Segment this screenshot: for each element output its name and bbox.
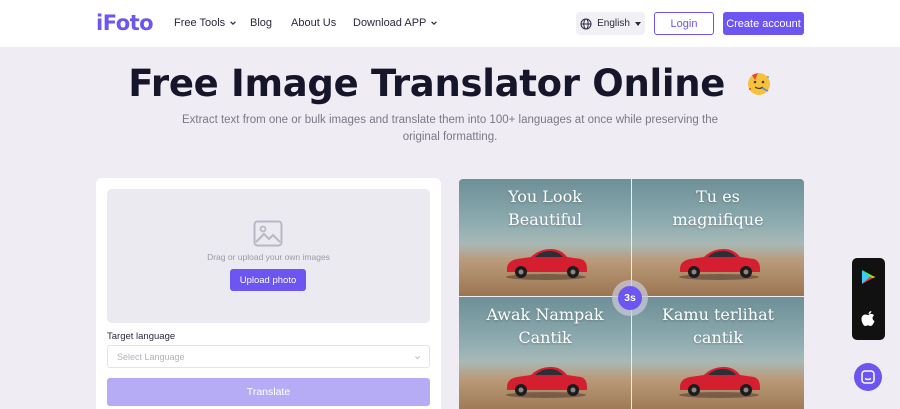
demo-caption: Kamu terlihat cantik xyxy=(661,305,775,347)
chat-button[interactable] xyxy=(854,363,882,391)
nav-about-us[interactable]: About Us xyxy=(291,17,336,29)
page-subtitle: Extract text from one or bulk images and… xyxy=(181,114,718,143)
select-placeholder: Select Language xyxy=(117,351,185,362)
login-button[interactable]: Login xyxy=(654,12,714,35)
car-image xyxy=(679,249,760,280)
chat-icon xyxy=(861,370,875,384)
demo-caption: Tu es magnifique xyxy=(672,187,764,229)
timer-badge: 3s xyxy=(618,286,642,310)
upload-photo-button[interactable]: Upload photo xyxy=(230,269,306,291)
chevron-down-icon xyxy=(431,21,438,26)
target-language-select[interactable]: Select Language xyxy=(107,345,430,368)
nav-free-tools[interactable]: Free Tools xyxy=(174,17,237,29)
upload-dropzone[interactable]: Drag or upload your own images Upload ph… xyxy=(107,189,430,323)
party-face-emoji-icon xyxy=(747,72,770,95)
create-account-button[interactable]: Create account xyxy=(723,12,804,35)
language-label: English xyxy=(597,18,630,29)
nav-download-app-label: Download APP xyxy=(353,17,427,29)
caret-down-icon xyxy=(634,21,641,26)
nav-about-us-label: About Us xyxy=(291,17,337,29)
car-image xyxy=(679,367,760,398)
nav-free-tools-label: Free Tools xyxy=(174,17,226,29)
page-title-text: Free Image Translator Online xyxy=(128,62,726,105)
site-header: iFoto Free Tools Blog About Us Download … xyxy=(0,0,900,47)
dropzone-hint: Drag or upload your own images xyxy=(207,252,330,262)
apple-icon[interactable] xyxy=(861,310,876,327)
demo-caption: You Look Beautiful xyxy=(508,187,582,229)
image-placeholder-icon xyxy=(253,220,283,247)
demo-tile: Kamu terlihat cantik xyxy=(632,297,804,409)
page-title: Free Image Translator Online xyxy=(0,60,900,105)
demo-tile: Awak Nampak Cantik xyxy=(459,297,631,409)
logo[interactable]: iFoto xyxy=(96,11,154,35)
app-download-bar xyxy=(852,258,885,340)
nav-blog-label: Blog xyxy=(250,17,273,29)
nav-download-app[interactable]: Download APP xyxy=(353,17,438,29)
nav-blog[interactable]: Blog xyxy=(250,17,272,29)
language-selector[interactable]: English xyxy=(576,12,645,35)
demo-tile: You Look Beautiful xyxy=(459,179,631,296)
car-image xyxy=(506,367,587,398)
globe-icon xyxy=(580,18,592,29)
upload-card: Drag or upload your own images Upload ph… xyxy=(96,178,441,409)
google-play-icon[interactable] xyxy=(861,269,876,285)
target-language-label: Target language xyxy=(107,331,176,342)
demo-caption: Awak Nampak Cantik xyxy=(486,305,604,347)
chevron-down-icon xyxy=(230,21,236,26)
translate-button[interactable]: Translate xyxy=(107,378,430,406)
chevron-down-icon xyxy=(415,356,420,360)
demo-tile: Tu es magnifique xyxy=(632,179,804,296)
car-image xyxy=(506,249,587,280)
